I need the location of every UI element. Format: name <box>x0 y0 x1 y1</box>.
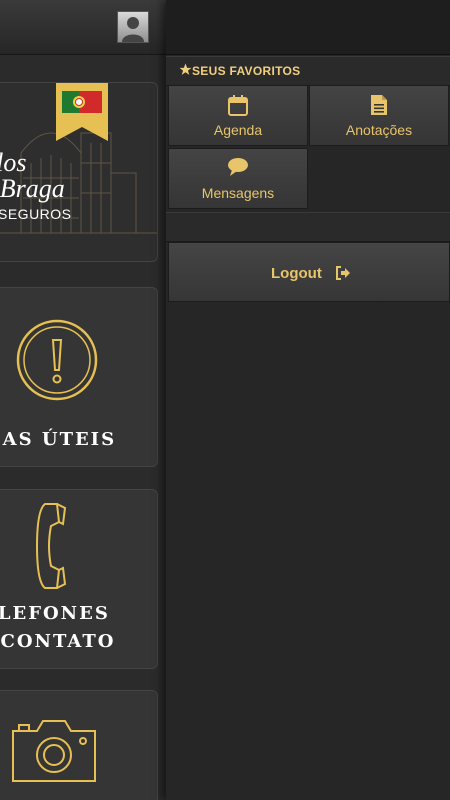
main-header <box>0 0 166 55</box>
logo-subtitle: U SEGUROS <box>0 206 72 222</box>
favorite-agenda-button[interactable]: Agenda <box>168 85 308 146</box>
document-icon <box>371 95 387 115</box>
sign-out-icon <box>336 266 350 280</box>
favorites-header-label: SEUS FAVORITOS <box>192 64 301 78</box>
favorite-anotacoes-button[interactable]: Anotações <box>309 85 449 146</box>
tile-telefones-title-line-1: ELEFONES <box>0 603 110 624</box>
user-silhouette-icon <box>122 17 144 42</box>
logout-label: Logout <box>271 265 322 282</box>
favorite-agenda-label: Agenda <box>213 122 263 138</box>
favorites-header: SEUS FAVORITOS <box>166 56 450 86</box>
phone-handset-icon <box>35 503 67 589</box>
star-icon <box>179 63 192 75</box>
main-content: arlos la Braga U SEGUROS ICAS ÚTEIS ELEF… <box>0 0 166 800</box>
logo-script-line-2: la Braga <box>0 174 65 203</box>
tile-telefones-title-line-2: E CONTATO <box>0 631 116 652</box>
user-avatar-button[interactable] <box>117 11 149 43</box>
brand-logo-tile[interactable]: arlos la Braga U SEGUROS <box>0 82 158 262</box>
drawer-section-divider <box>166 212 450 242</box>
favorites-drawer: SEUS FAVORITOS Agenda Anotações Mensagen… <box>166 0 450 800</box>
favorite-mensagens-button[interactable]: Mensagens <box>168 148 308 209</box>
calendar-icon <box>228 95 248 116</box>
logo-script-line-1: arlos <box>0 148 27 177</box>
drawer-top-bar <box>166 0 450 55</box>
favorite-anotacoes-label: Anotações <box>345 122 413 138</box>
exclamation-circle-icon <box>16 319 98 401</box>
tile-camera[interactable] <box>0 690 158 800</box>
portugal-flag-badge-icon <box>56 83 108 141</box>
tile-dicas-uteis[interactable]: ICAS ÚTEIS <box>0 287 158 467</box>
favorite-mensagens-label: Mensagens <box>201 185 275 201</box>
chat-bubble-icon <box>228 158 248 176</box>
tile-telefones-contato[interactable]: ELEFONES E CONTATO <box>0 489 158 669</box>
logout-button[interactable]: Logout <box>168 242 450 302</box>
camera-icon <box>12 720 96 782</box>
tile-dicas-uteis-title: ICAS ÚTEIS <box>0 429 117 450</box>
